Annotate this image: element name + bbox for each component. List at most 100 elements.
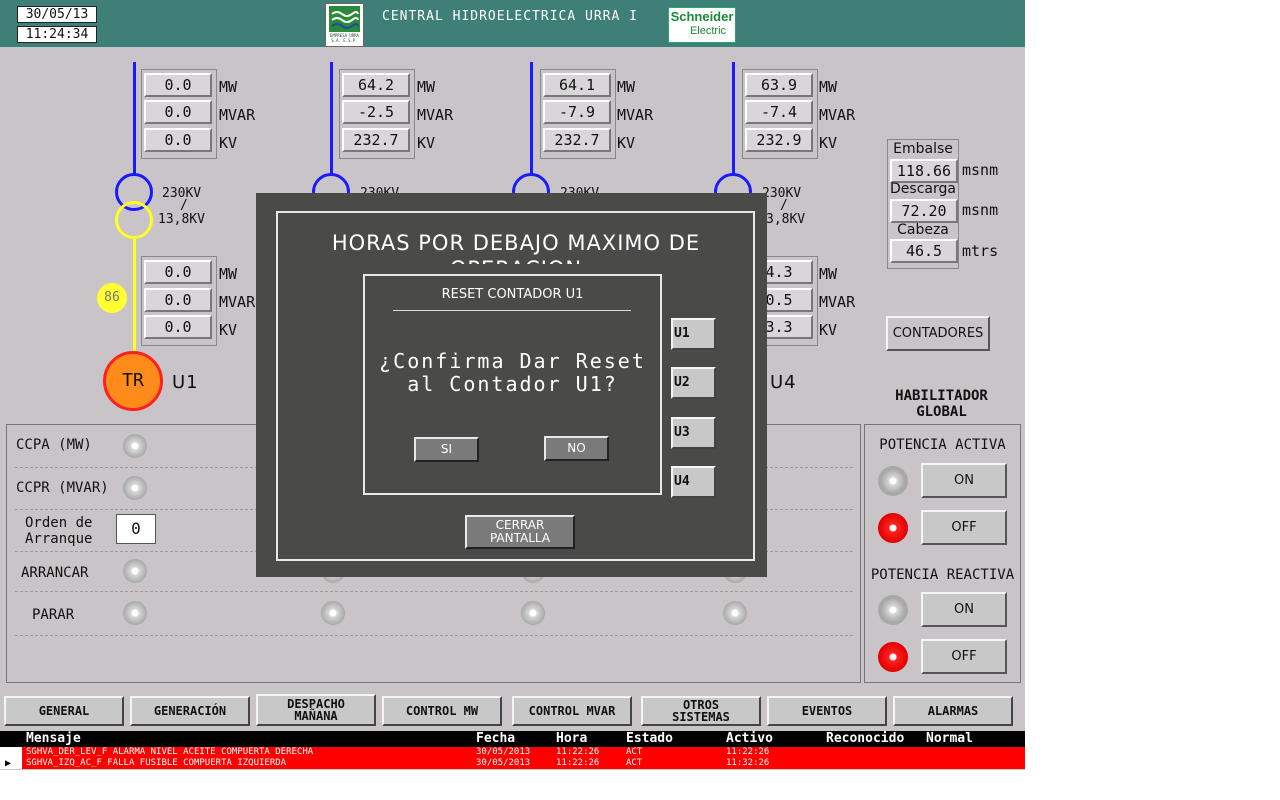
embalse-value: 118.66 bbox=[890, 159, 958, 183]
nav-eventos-button[interactable]: EVENTOS bbox=[767, 696, 887, 726]
ccpa-u1-indicator[interactable] bbox=[123, 434, 147, 458]
alarm-estado: ACT bbox=[626, 747, 643, 757]
u4-bottom-mvar-unit: MVAR bbox=[819, 293, 856, 311]
close-screen-button[interactable]: CERRAR PANTALLA bbox=[465, 515, 575, 549]
empresa-logo: EMPRESA URRA S.A. E.S.P. bbox=[325, 3, 364, 47]
confirm-no-button[interactable]: NO bbox=[544, 436, 609, 461]
u1-bus-line bbox=[133, 62, 136, 175]
alarm-mensaje: SGHVA_DER_LEV_F ALARMA NIVEL ACEITE COMP… bbox=[26, 747, 314, 757]
active-power-off-indicator bbox=[878, 513, 908, 543]
u1-bottom-mvar-unit: MVAR bbox=[219, 293, 256, 311]
alarm-col-mensaje: Mensaje bbox=[26, 731, 81, 746]
u1-top-kv-value: 0.0 bbox=[144, 128, 212, 152]
reactive-power-on-indicator bbox=[878, 595, 908, 625]
dialog-title: RESET CONTADOR U1 bbox=[441, 287, 584, 302]
nav-control-mvar-button[interactable]: CONTROL MVAR bbox=[512, 696, 632, 726]
parar-u4-button[interactable] bbox=[723, 601, 747, 625]
arrancar-u1-button[interactable] bbox=[123, 559, 147, 583]
nav-otros-sistemas-button[interactable]: OTROS SISTEMAS bbox=[641, 696, 761, 726]
u4-slash: / bbox=[780, 198, 788, 213]
nav-alarmas-button[interactable]: ALARMAS bbox=[893, 696, 1013, 726]
u3-bus-line bbox=[530, 62, 533, 175]
counter-u2-button[interactable]: U2 bbox=[671, 367, 716, 399]
u2-top-mvar-unit: MVAR bbox=[417, 106, 454, 124]
contadores-button[interactable]: CONTADORES bbox=[886, 316, 990, 351]
active-power-on-indicator bbox=[878, 466, 908, 496]
u4-bus-line bbox=[732, 62, 735, 175]
counter-u1-button[interactable]: U1 bbox=[671, 318, 716, 350]
alarm-table-header: Mensaje Fecha Hora Estado Activo Reconoc… bbox=[0, 731, 1025, 747]
orden-arranque-input[interactable]: 0 bbox=[116, 514, 156, 544]
parar-u3-button[interactable] bbox=[521, 601, 545, 625]
alarm-hora: 11:22:26 bbox=[556, 747, 600, 757]
alarm-col-normal: Normal bbox=[926, 731, 973, 746]
u2-top-mvar-value: -2.5 bbox=[342, 100, 410, 124]
reactive-power-label: POTENCIA REACTIVA bbox=[870, 567, 1015, 583]
alarm-col-reconocido: Reconocido bbox=[826, 731, 905, 746]
row-divider bbox=[15, 635, 853, 636]
u1-bottom-mw-value: 0.0 bbox=[144, 260, 212, 284]
u4-top-mw-value: 63.9 bbox=[745, 73, 813, 97]
dialog-question-line1: ¿Confirma Dar Reset bbox=[379, 349, 646, 373]
reactive-power-off-indicator bbox=[878, 642, 908, 672]
u4-top-mvar-unit: MVAR bbox=[819, 106, 856, 124]
embalse-label: Embalse bbox=[893, 141, 953, 157]
u3-top-mvar-unit: MVAR bbox=[617, 106, 654, 124]
nav-general-button[interactable]: GENERAL bbox=[4, 696, 124, 726]
u1-top-kv-unit: KV bbox=[219, 134, 238, 152]
u4-top-mw-unit: MW bbox=[819, 78, 838, 96]
nav-generacion-button[interactable]: GENERACIÓN bbox=[130, 696, 250, 726]
cabeza-value: 46.5 bbox=[890, 239, 958, 263]
descarga-label: Descarga bbox=[890, 181, 956, 197]
page-title: CENTRAL HIDROELECTRICA URRA I bbox=[382, 9, 638, 24]
u1-bottom-mvar-value: 0.0 bbox=[144, 288, 212, 312]
alarm-mensaje: SGHVA_IZQ_AC_F FALLA FUSIBLE COMPUERTA I… bbox=[26, 758, 287, 768]
arrancar-label: ARRANCAR bbox=[21, 565, 89, 581]
active-power-on-button[interactable]: ON bbox=[921, 463, 1007, 498]
dialog-title-underline bbox=[393, 310, 631, 311]
u1-label: U1 bbox=[172, 372, 199, 393]
reactive-power-off-button[interactable]: OFF bbox=[921, 639, 1007, 674]
reactive-power-on-button[interactable]: ON bbox=[921, 592, 1007, 627]
active-power-off-button[interactable]: OFF bbox=[921, 510, 1007, 545]
nav-control-mw-button[interactable]: CONTROL MW bbox=[382, 696, 502, 726]
schneider-logo: Schneider Electric bbox=[668, 7, 736, 43]
empresa-logo-text: EMPRESA URRA S.A. E.S.P. bbox=[330, 33, 359, 43]
descarga-value: 72.20 bbox=[890, 199, 958, 223]
u1-bottom-mw-unit: MW bbox=[219, 265, 238, 283]
dialog-question: ¿Confirma Dar Reset al Contador U1? bbox=[365, 350, 660, 396]
ccpr-label: CCPR (MVAR) bbox=[16, 480, 109, 496]
reservoir-panel: Embalse 118.66 Descarga 72.20 Cabeza 46.… bbox=[887, 139, 959, 269]
alarm-estado: ACT bbox=[626, 758, 643, 768]
u2-top-kv-unit: KV bbox=[417, 134, 436, 152]
alarm-col-hora: Hora bbox=[556, 731, 588, 746]
u1-top-mw-value: 0.0 bbox=[144, 73, 212, 97]
alarm-activo: 11:22:26 bbox=[726, 747, 770, 757]
u1-slash: / bbox=[180, 198, 188, 213]
confirm-yes-button[interactable]: SI bbox=[414, 437, 479, 462]
cabeza-label: Cabeza bbox=[897, 222, 949, 238]
u1-transformer-tr: TR bbox=[103, 351, 163, 411]
alarm-col-activo: Activo bbox=[726, 731, 773, 746]
counter-u4-button[interactable]: U4 bbox=[671, 466, 716, 498]
u2-top-mw-unit: MW bbox=[417, 78, 436, 96]
u1-top-mvar-unit: MVAR bbox=[219, 106, 256, 124]
u1-relay-86: 86 bbox=[97, 283, 127, 313]
alarm-hora: 11:22:26 bbox=[556, 758, 600, 768]
alarm-col-estado: Estado bbox=[626, 731, 673, 746]
schneider-logo-line2: Electric bbox=[689, 25, 727, 37]
reset-confirm-dialog: RESET CONTADOR U1 ¿Confirma Dar Reset al… bbox=[363, 274, 662, 495]
alarm-row[interactable]: SGHVA_IZQ_AC_F FALLA FUSIBLE COMPUERTA I… bbox=[22, 758, 1025, 769]
global-enabler-panel: POTENCIA ACTIVA ON OFF POTENCIA REACTIVA… bbox=[864, 424, 1021, 683]
u4-lv-label: 3,8KV bbox=[766, 212, 806, 227]
row-divider bbox=[15, 591, 853, 592]
alarm-col-fecha: Fecha bbox=[476, 731, 516, 746]
schneider-logo-line1: Schneider bbox=[670, 9, 734, 24]
counter-u3-button[interactable]: U3 bbox=[671, 417, 716, 449]
parar-u1-button[interactable] bbox=[123, 601, 147, 625]
ccpr-u1-indicator[interactable] bbox=[123, 476, 147, 500]
nav-despacho-button[interactable]: DESPACHO MAÑANA bbox=[256, 694, 376, 726]
parar-u2-button[interactable] bbox=[321, 601, 345, 625]
u3-top-mvar-value: -7.9 bbox=[543, 100, 611, 124]
u3-top-kv-unit: KV bbox=[617, 134, 636, 152]
